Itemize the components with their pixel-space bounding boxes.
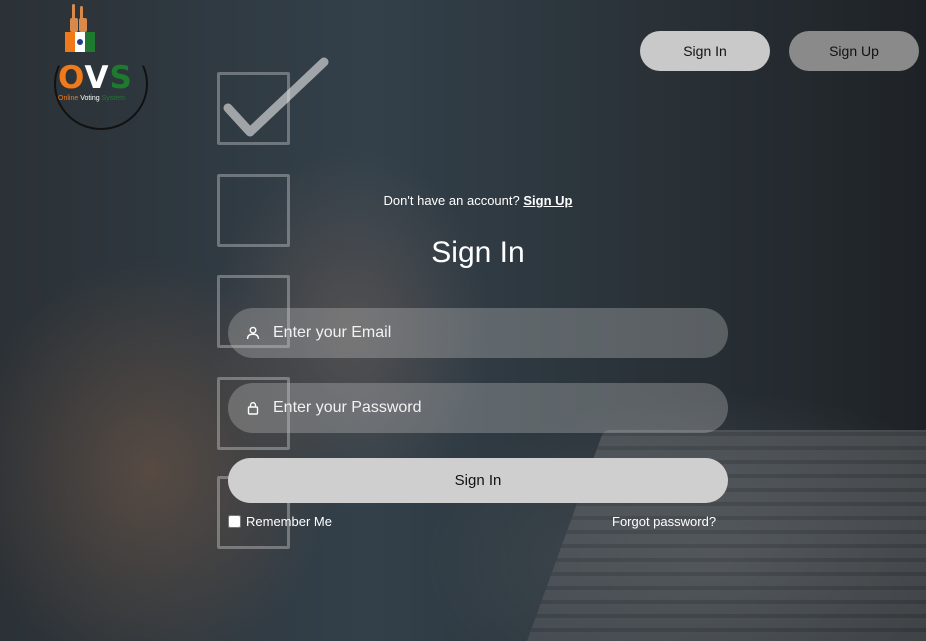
forgot-password-link[interactable]: Forgot password?	[612, 514, 716, 529]
logo-wordmark: OVS	[58, 60, 133, 96]
nav-signup-button[interactable]: Sign Up	[789, 31, 919, 71]
lock-icon	[247, 402, 259, 415]
nav-signin-label: Sign In	[683, 43, 727, 59]
user-icon	[246, 326, 260, 340]
password-field[interactable]	[228, 383, 728, 433]
ovs-logo[interactable]: OVS Online Voting System	[52, 2, 152, 130]
signup-prompt: Don't have an account? Sign Up	[0, 193, 926, 208]
signin-submit-label: Sign In	[454, 472, 502, 489]
page-title: Sign In	[431, 236, 525, 269]
signin-submit-button[interactable]: Sign In	[228, 458, 728, 503]
nav-signup-label: Sign Up	[829, 43, 879, 59]
signup-link[interactable]: Sign Up	[523, 193, 572, 208]
nav-signin-button[interactable]: Sign In	[640, 31, 770, 71]
raised-hands-icon	[65, 4, 95, 52]
email-input[interactable]	[273, 324, 713, 342]
remember-me-checkbox[interactable]	[228, 515, 241, 528]
email-field[interactable]	[228, 308, 728, 358]
password-input[interactable]	[273, 399, 713, 417]
remember-me[interactable]: Remember Me	[228, 514, 332, 529]
signup-prompt-text: Don't have an account?	[383, 193, 520, 208]
checkmark-icon	[223, 57, 329, 137]
logo-tagline: Online Voting System	[58, 95, 125, 102]
remember-me-label: Remember Me	[246, 514, 332, 529]
